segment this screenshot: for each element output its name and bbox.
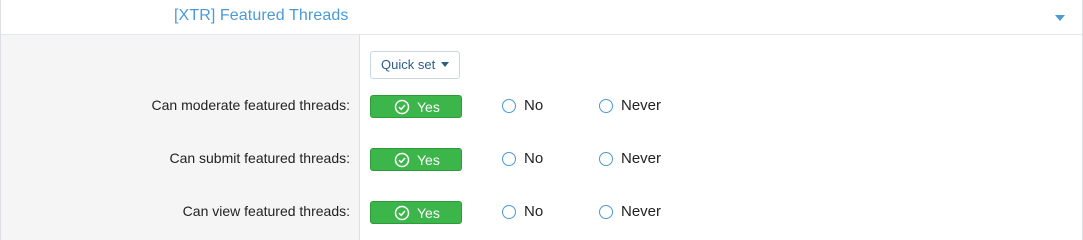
no-label[interactable]: No [524,97,543,114]
permission-label: Can view featured threads: [182,203,350,219]
yes-option-selected[interactable]: Yes [370,148,462,171]
never-radio[interactable] [599,152,613,166]
caret-down-icon [441,62,449,67]
no-label[interactable]: No [524,203,543,220]
never-radio[interactable] [599,99,613,113]
yes-option-selected[interactable]: Yes [370,95,462,118]
check-circle-icon [394,152,410,168]
never-label[interactable]: Never [621,97,661,114]
yes-option-selected[interactable]: Yes [370,201,462,224]
never-radio[interactable] [599,205,613,219]
yes-label: Yes [417,205,440,221]
permission-label: Can moderate featured threads: [151,97,350,113]
never-label[interactable]: Never [621,150,661,167]
section-header[interactable]: [XTR] Featured Threads [1,0,1082,35]
no-radio[interactable] [502,205,516,219]
check-circle-icon [394,205,410,221]
values-column [360,35,1082,240]
quick-set-label: Quick set [381,57,436,72]
quick-set-button[interactable]: Quick set [370,51,460,79]
no-radio[interactable] [502,99,516,113]
no-radio[interactable] [502,152,516,166]
yes-label: Yes [417,99,440,115]
section-title[interactable]: [XTR] Featured Threads [174,7,348,25]
no-label[interactable]: No [524,150,543,167]
never-label[interactable]: Never [621,203,661,220]
check-circle-icon [394,99,410,115]
yes-label: Yes [417,152,440,168]
permission-label: Can submit featured threads: [169,150,350,166]
chevron-down-icon[interactable] [1054,13,1066,23]
